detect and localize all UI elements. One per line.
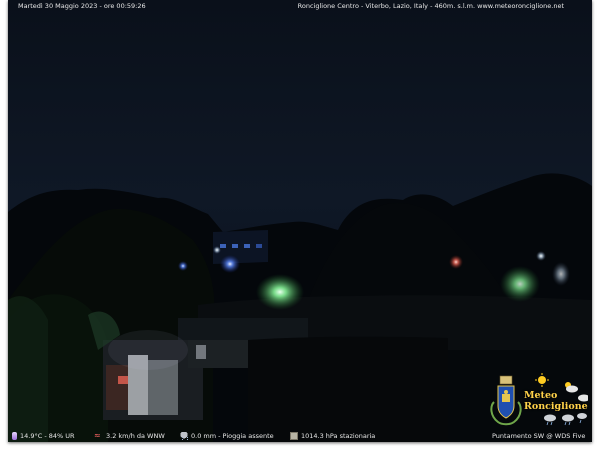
camera-credit-label: Puntamento SW @ WDS Five	[492, 432, 586, 440]
temperature-reading: 14.9°C - 84% UR	[12, 430, 75, 442]
wind-icon: ≈	[94, 431, 101, 440]
town-crest-icon	[490, 375, 522, 426]
rain-label: 0.0 mm - Pioggia assente	[191, 432, 274, 440]
rain-icon	[544, 413, 587, 426]
meteo-ronciglione-logo: Meteo Ronciglione	[484, 372, 590, 428]
camera-credit: Puntamento SW @ WDS Five	[492, 430, 585, 442]
location-site-label: Ronciglione Centro - Viterbo, Lazio, Ita…	[297, 2, 564, 10]
logo-title-line1: Meteo	[524, 390, 558, 401]
pressure-label: 1014.3 hPa stazionaria	[301, 432, 376, 440]
thermometer-icon	[12, 432, 17, 440]
webcam-frame: Martedì 30 Maggio 2023 - ore 00:59:26 Ro…	[8, 0, 592, 442]
logo-title-line2: Ronciglione	[524, 401, 588, 412]
rain-reading: 0.0 mm - Pioggia assente	[180, 430, 274, 442]
logo-title: Meteo Ronciglione	[524, 390, 588, 412]
wind-label: 3.2 km/h da WNW	[106, 432, 165, 440]
barometer-icon	[290, 432, 298, 440]
footer-overlay: 14.9°C - 84% UR ≈ 3.2 km/h da WNW 0.0 mm…	[8, 430, 592, 442]
header-overlay: Martedì 30 Maggio 2023 - ore 00:59:26 Ro…	[8, 0, 592, 12]
rain-cloud-icon	[180, 432, 188, 440]
datetime-label: Martedì 30 Maggio 2023 - ore 00:59:26	[18, 2, 146, 10]
sun-icon	[535, 373, 549, 387]
temperature-humidity-label: 14.9°C - 84% UR	[20, 432, 75, 440]
wind-reading: ≈ 3.2 km/h da WNW	[94, 430, 165, 442]
pressure-reading: 1014.3 hPa stazionaria	[290, 430, 375, 442]
